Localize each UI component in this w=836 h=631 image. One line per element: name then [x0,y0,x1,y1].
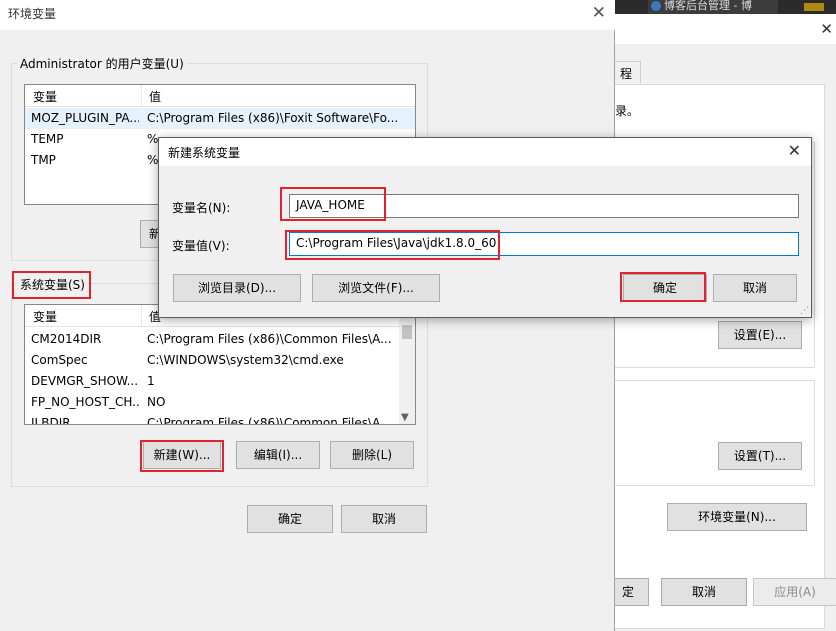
var-value: C:\WINDOWS\system32\cmd.exe [147,353,344,367]
browse-directory-button[interactable]: 浏览目录(D)... [173,274,301,302]
list-item[interactable]: ComSpec C:\WINDOWS\system32\cmd.exe [25,350,415,371]
list-item[interactable]: FP_NO_HOST_CH... NO [25,392,415,413]
delete-variable-button[interactable]: 删除(L) [330,441,414,469]
var-name: DEVMGR_SHOW... [31,374,139,388]
close-icon[interactable]: ✕ [592,3,606,23]
dialog-ok-button[interactable]: 确定 [623,274,707,302]
list-item[interactable]: DEVMGR_SHOW... 1 [25,371,415,392]
chevron-down-icon[interactable]: ▼ [401,412,409,423]
var-name: ComSpec [31,353,88,367]
tab-label: 程 [620,67,633,81]
var-name: CM2014DIR [31,332,102,346]
list-item[interactable]: MOZ_PLUGIN_PA... C:\Program Files (x86)\… [25,108,415,129]
list-item[interactable]: CM2014DIR C:\Program Files (x86)\Common … [25,329,415,350]
variable-name-input[interactable]: JAVA_HOME [289,194,799,218]
variable-value-input[interactable]: C:\Program Files\Java\jdk1.8.0_60 [289,232,799,256]
variable-name-label: 变量名(N): [172,201,231,215]
list-header: 变量 值 [25,85,415,107]
var-name: FP_NO_HOST_CH... [31,395,139,409]
variable-value-label: 变量值(V): [172,239,230,253]
system-variables-label: 系统变量(S) [17,276,88,293]
system-properties-titlebar: ✕ [615,14,836,44]
browse-file-button[interactable]: 浏览文件(F)... [312,274,440,302]
variable-value-value: C:\Program Files\Java\jdk1.8.0_60 [296,236,497,250]
dialog-cancel-button[interactable]: 取消 [713,274,797,302]
var-value: C:\Program Files (x86)\Common Files\A... [147,332,392,346]
new-system-variable-dialog: 新建系统变量 ✕ 变量名(N): JAVA_HOME 变量值(V): C:\Pr… [158,137,812,318]
environment-variables-button[interactable]: 环境变量(N)... [667,503,807,531]
var-name: ILBDIR [31,416,71,425]
var-name: TMP [31,153,56,167]
new-variable-button[interactable]: 新建(W)... [143,441,221,469]
var-value: % [147,132,159,146]
vertical-scrollbar[interactable]: ▼ [399,305,415,424]
ok-button[interactable]: 确定 [247,505,333,533]
window-title: 环境变量 [0,0,615,30]
column-header-value[interactable]: 值 [149,88,161,105]
browser-icon [651,1,661,11]
column-header-name[interactable]: 变量 [33,88,57,105]
user-variables-label: Administrator 的用户变量(U) [17,55,187,72]
var-value: C:\Program Files (x86)\Foxit Software\Fo… [147,111,399,125]
var-value: % [147,153,159,167]
bg-cancel-button[interactable]: 取消 [661,578,747,606]
apply-button[interactable]: 应用(A) [753,578,836,606]
taskbar-indicator [804,3,824,11]
close-icon[interactable]: ✕ [820,20,833,38]
startup-group [615,380,815,486]
var-name: MOZ_PLUGIN_PA... [31,111,139,125]
panel-text: 录。 [615,104,640,118]
cancel-button[interactable]: 取消 [341,505,427,533]
var-value: NO [147,395,166,409]
dialog-title: 新建系统变量 [159,138,811,166]
performance-settings-button[interactable]: 设置(E)... [718,321,802,349]
startup-settings-button[interactable]: 设置(T)... [718,442,802,470]
variable-name-value: JAVA_HOME [296,198,365,212]
scrollbar-thumb[interactable] [402,325,412,339]
column-header-name[interactable]: 变量 [33,308,57,325]
edit-variable-button[interactable]: 编辑(I)... [236,441,320,469]
taskbar-strip: 博客后台管理 - 博 [614,0,836,14]
close-icon[interactable]: ✕ [788,141,801,160]
system-properties-window: ✕ 程 录。 设置(E)... 设置(T)... 环境变量(N)... 定 取消… [601,14,836,631]
var-name: TEMP [31,132,64,146]
browser-tab[interactable]: 博客后台管理 - 博 [648,0,778,14]
system-variables-list[interactable]: 变量 值 CM2014DIR C:\Program Files (x86)\Co… [24,304,416,425]
resize-grip-icon[interactable]: ⋰ [800,306,809,316]
var-value: C:\Program Files (x86)\Common Files\A... [147,416,392,425]
list-item[interactable]: ILBDIR C:\Program Files (x86)\Common Fil… [25,413,415,425]
var-value: 1 [147,374,155,388]
browser-tab-label: 博客后台管理 - 博 [664,0,752,12]
